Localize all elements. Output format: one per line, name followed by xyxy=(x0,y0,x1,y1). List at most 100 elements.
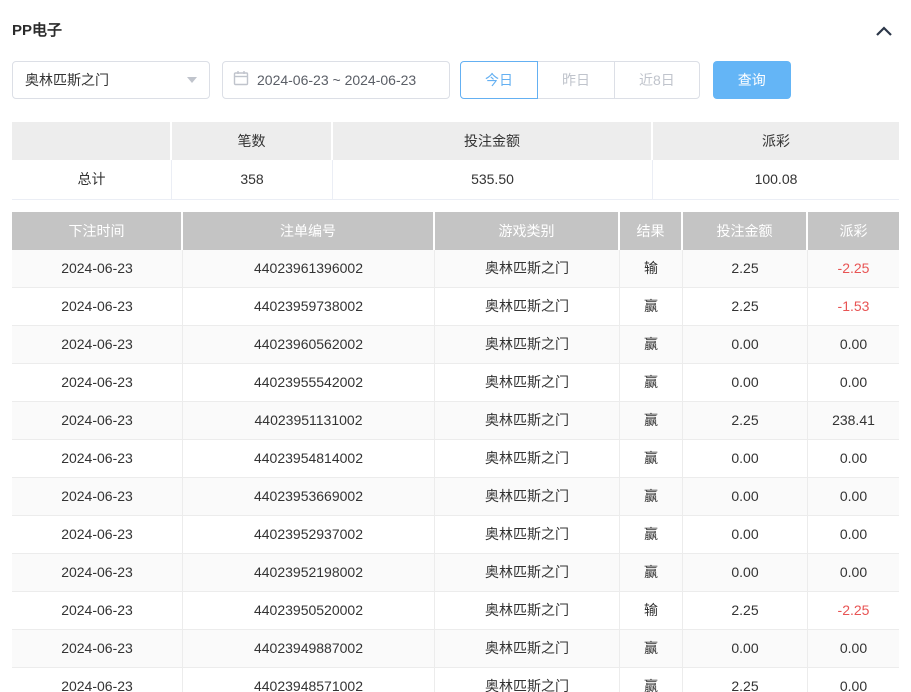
cell-game-type: 奥林匹斯之门 xyxy=(435,592,620,629)
table-body: 2024-06-2344023961396002奥林匹斯之门输2.25-2.25… xyxy=(12,250,899,692)
summary-header-cell: 投注金额 xyxy=(333,122,653,160)
summary-total-row: 总计358535.50100.08 xyxy=(12,160,899,200)
cell-bet-amount: 0.00 xyxy=(683,554,808,591)
cell-payout: -2.25 xyxy=(808,592,899,629)
cell-bet-amount: 2.25 xyxy=(683,250,808,287)
cell-order-no: 44023950520002 xyxy=(183,592,435,629)
cell-result: 赢 xyxy=(620,288,683,325)
cell-result: 赢 xyxy=(620,440,683,477)
date-range-input[interactable]: 2024-06-23 ~ 2024-06-23 xyxy=(222,61,450,99)
table-row: 2024-06-2344023959738002奥林匹斯之门赢2.25-1.53 xyxy=(12,288,899,326)
table-header-cell: 派彩 xyxy=(808,212,899,250)
cell-game-type: 奥林匹斯之门 xyxy=(435,554,620,591)
cell-order-no: 44023953669002 xyxy=(183,478,435,515)
cell-result: 输 xyxy=(620,250,683,287)
cell-result: 赢 xyxy=(620,516,683,553)
cell-bet-amount: 2.25 xyxy=(683,592,808,629)
cell-bet-time: 2024-06-23 xyxy=(12,326,183,363)
quick-range-button[interactable]: 近8日 xyxy=(614,61,700,99)
date-range-value: 2024-06-23 ~ 2024-06-23 xyxy=(257,72,416,88)
cell-payout: 0.00 xyxy=(808,364,899,401)
cell-bet-amount: 0.00 xyxy=(683,364,808,401)
cell-bet-time: 2024-06-23 xyxy=(12,440,183,477)
chevron-down-icon xyxy=(187,77,197,83)
cell-game-type: 奥林匹斯之门 xyxy=(435,250,620,287)
summary-value-cell: 358 xyxy=(172,160,333,199)
summary-header-cell xyxy=(12,122,172,160)
cell-game-type: 奥林匹斯之门 xyxy=(435,440,620,477)
cell-bet-time: 2024-06-23 xyxy=(12,402,183,439)
filter-bar: 奥林匹斯之门 2024-06-23 ~ 2024-06-23 今日昨日近8日 查… xyxy=(12,61,899,99)
summary-header-row: 笔数投注金额派彩 xyxy=(12,122,899,160)
cell-game-type: 奥林匹斯之门 xyxy=(435,516,620,553)
table-row: 2024-06-2344023950520002奥林匹斯之门输2.25-2.25 xyxy=(12,592,899,630)
cell-bet-time: 2024-06-23 xyxy=(12,592,183,629)
cell-payout: 0.00 xyxy=(808,440,899,477)
game-select[interactable]: 奥林匹斯之门 xyxy=(12,61,210,99)
cell-payout: -1.53 xyxy=(808,288,899,325)
cell-bet-amount: 0.00 xyxy=(683,516,808,553)
cell-bet-amount: 0.00 xyxy=(683,440,808,477)
table-row: 2024-06-2344023948571002奥林匹斯之门赢2.250.00 xyxy=(12,668,899,692)
cell-bet-amount: 0.00 xyxy=(683,630,808,667)
cell-payout: 0.00 xyxy=(808,326,899,363)
cell-order-no: 44023948571002 xyxy=(183,668,435,692)
cell-bet-amount: 0.00 xyxy=(683,326,808,363)
cell-bet-amount: 2.25 xyxy=(683,402,808,439)
search-button[interactable]: 查询 xyxy=(713,61,791,99)
panel-header: PP电子 xyxy=(0,0,911,40)
summary-row-label: 总计 xyxy=(12,160,172,199)
cell-game-type: 奥林匹斯之门 xyxy=(435,288,620,325)
cell-game-type: 奥林匹斯之门 xyxy=(435,668,620,692)
bet-records-table: 下注时间注单编号游戏类别结果投注金额派彩 2024-06-23440239613… xyxy=(12,212,899,692)
cell-payout: 238.41 xyxy=(808,402,899,439)
cell-order-no: 44023959738002 xyxy=(183,288,435,325)
table-row: 2024-06-2344023961396002奥林匹斯之门输2.25-2.25 xyxy=(12,250,899,288)
table-row: 2024-06-2344023951131002奥林匹斯之门赢2.25238.4… xyxy=(12,402,899,440)
cell-result: 输 xyxy=(620,592,683,629)
table-header-cell: 注单编号 xyxy=(183,212,435,250)
cell-order-no: 44023960562002 xyxy=(183,326,435,363)
summary-table: 笔数投注金额派彩 总计358535.50100.08 xyxy=(12,122,899,200)
cell-result: 赢 xyxy=(620,478,683,515)
cell-bet-amount: 0.00 xyxy=(683,478,808,515)
cell-result: 赢 xyxy=(620,554,683,591)
cell-order-no: 44023952198002 xyxy=(183,554,435,591)
cell-order-no: 44023955542002 xyxy=(183,364,435,401)
cell-game-type: 奥林匹斯之门 xyxy=(435,364,620,401)
table-header-cell: 结果 xyxy=(620,212,683,250)
cell-bet-time: 2024-06-23 xyxy=(12,630,183,667)
cell-bet-time: 2024-06-23 xyxy=(12,250,183,287)
cell-order-no: 44023961396002 xyxy=(183,250,435,287)
cell-result: 赢 xyxy=(620,630,683,667)
summary-header-cell: 笔数 xyxy=(172,122,333,160)
table-header-row: 下注时间注单编号游戏类别结果投注金额派彩 xyxy=(12,212,899,250)
cell-bet-amount: 2.25 xyxy=(683,668,808,692)
cell-payout: -2.25 xyxy=(808,250,899,287)
calendar-icon xyxy=(233,70,249,91)
cell-result: 赢 xyxy=(620,668,683,692)
cell-order-no: 44023954814002 xyxy=(183,440,435,477)
cell-bet-amount: 2.25 xyxy=(683,288,808,325)
chevron-up-icon xyxy=(875,25,893,40)
cell-payout: 0.00 xyxy=(808,630,899,667)
collapse-button[interactable] xyxy=(875,25,893,37)
cell-game-type: 奥林匹斯之门 xyxy=(435,630,620,667)
quick-range-button[interactable]: 今日 xyxy=(460,61,538,99)
quick-range-button[interactable]: 昨日 xyxy=(537,61,615,99)
cell-result: 赢 xyxy=(620,326,683,363)
cell-bet-time: 2024-06-23 xyxy=(12,668,183,692)
summary-value-cell: 535.50 xyxy=(333,160,653,199)
summary-header-cell: 派彩 xyxy=(653,122,899,160)
cell-order-no: 44023951131002 xyxy=(183,402,435,439)
date-quick-range-group: 今日昨日近8日 xyxy=(460,61,700,99)
cell-bet-time: 2024-06-23 xyxy=(12,516,183,553)
cell-order-no: 44023952937002 xyxy=(183,516,435,553)
table-row: 2024-06-2344023949887002奥林匹斯之门赢0.000.00 xyxy=(12,630,899,668)
cell-bet-time: 2024-06-23 xyxy=(12,364,183,401)
page-title: PP电子 xyxy=(12,22,62,40)
cell-game-type: 奥林匹斯之门 xyxy=(435,326,620,363)
table-header-cell: 游戏类别 xyxy=(435,212,620,250)
cell-bet-time: 2024-06-23 xyxy=(12,478,183,515)
table-row: 2024-06-2344023952198002奥林匹斯之门赢0.000.00 xyxy=(12,554,899,592)
